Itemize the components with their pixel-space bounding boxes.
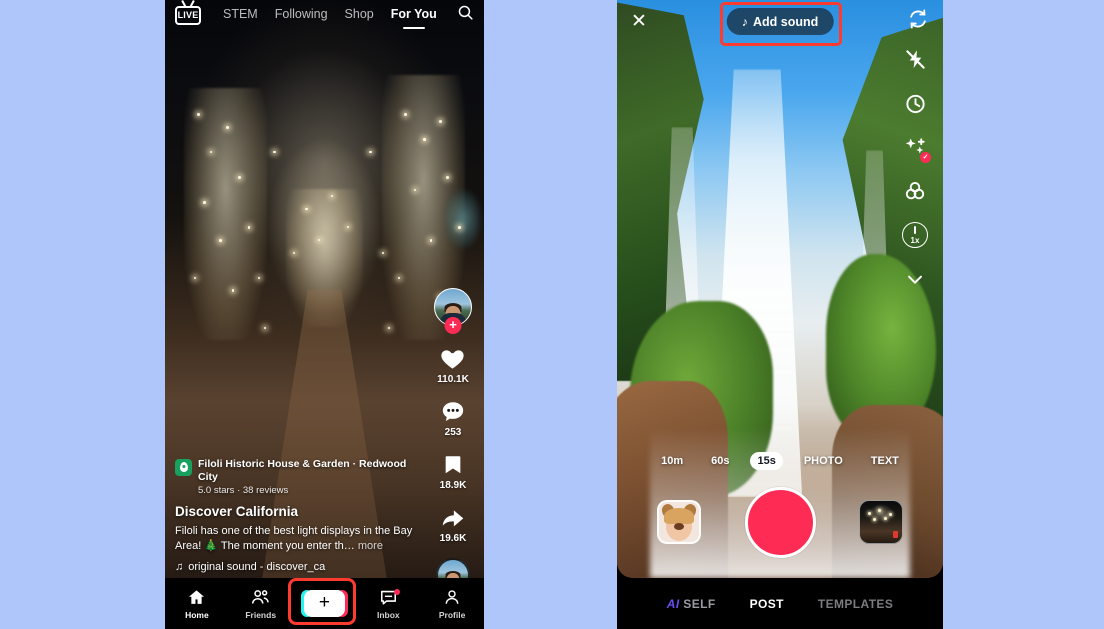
- comment-count: 253: [444, 427, 462, 438]
- sidebar-item-home[interactable]: Home: [165, 588, 229, 620]
- like-count: 110.1K: [437, 374, 469, 385]
- create-plus-button[interactable]: +: [293, 590, 357, 617]
- enhance-sparkle-icon[interactable]: ✓: [900, 132, 931, 163]
- live-tv-icon[interactable]: LIVE: [175, 5, 201, 25]
- profile-icon: [445, 589, 459, 604]
- friends-icon: [252, 589, 269, 604]
- sound-label: original sound - discover_ca: [188, 561, 326, 573]
- music-note-icon: ♫: [175, 561, 184, 573]
- feed-caption-block: Filoli Historic House & Garden · Redwood…: [175, 458, 427, 573]
- effects-thumbnail[interactable]: [657, 500, 701, 544]
- tab-label-profile: Profile: [438, 609, 466, 620]
- place-tag[interactable]: Filoli Historic House & Garden · Redwood…: [175, 458, 427, 498]
- like-button[interactable]: 110.1K: [437, 344, 469, 385]
- location-pin-icon: [175, 458, 192, 476]
- page-title: Discover California: [175, 504, 299, 520]
- feed-action-rail: + 110.1K 253 18.9K 19.6K: [428, 288, 478, 592]
- feed-top-nav: LIVE STEM Following Shop For You: [165, 0, 484, 30]
- feed-nav-tabs: STEM Following Shop For You: [223, 7, 437, 23]
- tab-ai-self[interactable]: AI SELF: [667, 597, 716, 611]
- capture-controls-row: [617, 486, 943, 558]
- tab-label-friends: Friends: [245, 609, 277, 620]
- tab-label-home: Home: [185, 609, 209, 620]
- live-label: LIVE: [177, 9, 199, 20]
- comment-icon: [439, 397, 468, 426]
- video-description[interactable]: Filoli has one of the best light display…: [175, 524, 427, 554]
- sidebar-item-inbox[interactable]: Inbox: [356, 588, 420, 620]
- mode-15s[interactable]: 15s: [750, 452, 783, 470]
- ai-self-label: SELF: [679, 596, 716, 611]
- chevron-down-icon[interactable]: [900, 264, 930, 294]
- flash-off-icon[interactable]: [900, 44, 930, 74]
- camera-top-bar: ✕: [617, 0, 943, 42]
- camera-tools-rail: ✓ 1x: [893, 44, 937, 294]
- place-rating: 5.0 stars · 38 reviews: [198, 484, 289, 496]
- mode-photo[interactable]: PHOTO: [797, 452, 850, 470]
- tab-stem[interactable]: STEM: [223, 7, 258, 23]
- ai-prefix-label: AI: [666, 596, 680, 611]
- inbox-badge-dot: [394, 588, 401, 595]
- bookmark-count: 18.9K: [439, 480, 467, 491]
- mode-text[interactable]: TEXT: [864, 452, 906, 470]
- tiktok-camera-screen: ✕ ♪ Add sound ✓ 1x 10m 60s 15s PHOTO TEX…: [617, 0, 943, 629]
- bottom-tab-bar: Home Friends + Inbox Profile: [165, 578, 484, 629]
- comment-button[interactable]: 253: [439, 397, 468, 438]
- heart-icon: [438, 344, 467, 373]
- tab-for-you[interactable]: For You: [391, 7, 437, 23]
- tab-following[interactable]: Following: [275, 7, 328, 23]
- screenshot-canvas: LIVE STEM Following Shop For You + 110.1…: [0, 0, 1104, 629]
- mode-60s[interactable]: 60s: [704, 452, 736, 470]
- filters-icon[interactable]: [900, 176, 930, 206]
- tab-post[interactable]: POST: [750, 597, 784, 611]
- place-name: Filoli Historic House & Garden · Redwood…: [198, 457, 407, 483]
- sidebar-item-friends[interactable]: Friends: [229, 588, 293, 620]
- zoom-1x-icon[interactable]: 1x: [900, 220, 930, 250]
- bookmark-icon: [439, 450, 468, 479]
- camera-bottom-tabs: AI SELF POST TEMPLATES: [617, 578, 943, 629]
- record-button[interactable]: [744, 486, 816, 558]
- flip-camera-icon[interactable]: [907, 8, 929, 35]
- avatar[interactable]: +: [434, 288, 472, 334]
- sidebar-item-profile[interactable]: Profile: [420, 588, 484, 620]
- tiktok-feed-screen: LIVE STEM Following Shop For You + 110.1…: [165, 0, 484, 629]
- tab-label-inbox: Inbox: [376, 609, 400, 620]
- close-x-icon[interactable]: ✕: [631, 12, 647, 31]
- timer-icon[interactable]: [900, 88, 930, 118]
- share-button[interactable]: 19.6K: [439, 503, 468, 544]
- mode-10m[interactable]: 10m: [654, 452, 690, 470]
- plus-follow-icon[interactable]: +: [444, 317, 462, 334]
- search-icon[interactable]: [457, 4, 474, 26]
- home-icon: [189, 589, 205, 604]
- enhance-active-badge: ✓: [920, 152, 931, 163]
- bookmark-button[interactable]: 18.9K: [439, 450, 468, 491]
- sound-row[interactable]: ♫ original sound - discover_ca: [175, 561, 427, 573]
- more-link[interactable]: more: [355, 540, 383, 552]
- gallery-thumbnail[interactable]: [859, 500, 903, 544]
- share-arrow-icon: [439, 503, 468, 532]
- tab-shop[interactable]: Shop: [345, 7, 374, 23]
- create-plus-icon: +: [300, 590, 348, 617]
- share-count: 19.6K: [439, 533, 467, 544]
- zoom-level-label: 1x: [902, 222, 928, 248]
- tab-templates[interactable]: TEMPLATES: [818, 597, 893, 611]
- capture-mode-selector: 10m 60s 15s PHOTO TEXT: [617, 452, 943, 470]
